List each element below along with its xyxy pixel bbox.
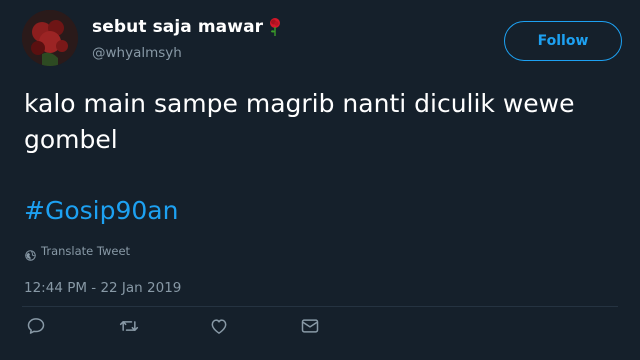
avatar-image <box>22 10 78 66</box>
retweet-button[interactable] <box>117 314 141 338</box>
hashtag-link[interactable]: #Gosip90an <box>24 196 178 225</box>
direct-message-button[interactable] <box>298 314 322 338</box>
divider <box>22 306 618 307</box>
reply-button[interactable] <box>24 314 48 338</box>
tweet-card: sebut saja mawar @whyalmsyh Follow kalo … <box>0 0 640 360</box>
tweet-text: kalo main sampe magrib nanti diculik wew… <box>24 89 575 154</box>
like-button[interactable] <box>207 314 231 338</box>
retweet-icon <box>119 321 139 331</box>
avatar[interactable] <box>22 10 78 66</box>
follow-button[interactable]: Follow <box>504 21 622 61</box>
tweet-timestamp[interactable]: 12:44 PM - 22 Jan 2019 <box>24 280 181 296</box>
envelope-icon <box>301 319 319 333</box>
globe-icon <box>25 246 36 261</box>
action-bar <box>0 314 640 340</box>
reply-icon <box>27 318 45 334</box>
translate-tweet-link[interactable]: Translate Tweet <box>25 244 131 261</box>
display-name[interactable]: sebut saja mawar <box>92 17 263 37</box>
rose-icon <box>268 17 282 37</box>
user-handle[interactable]: @whyalmsyh <box>92 45 182 61</box>
translate-label: Translate Tweet <box>41 244 131 258</box>
heart-icon <box>211 319 227 334</box>
name-row: sebut saja mawar <box>92 17 282 37</box>
